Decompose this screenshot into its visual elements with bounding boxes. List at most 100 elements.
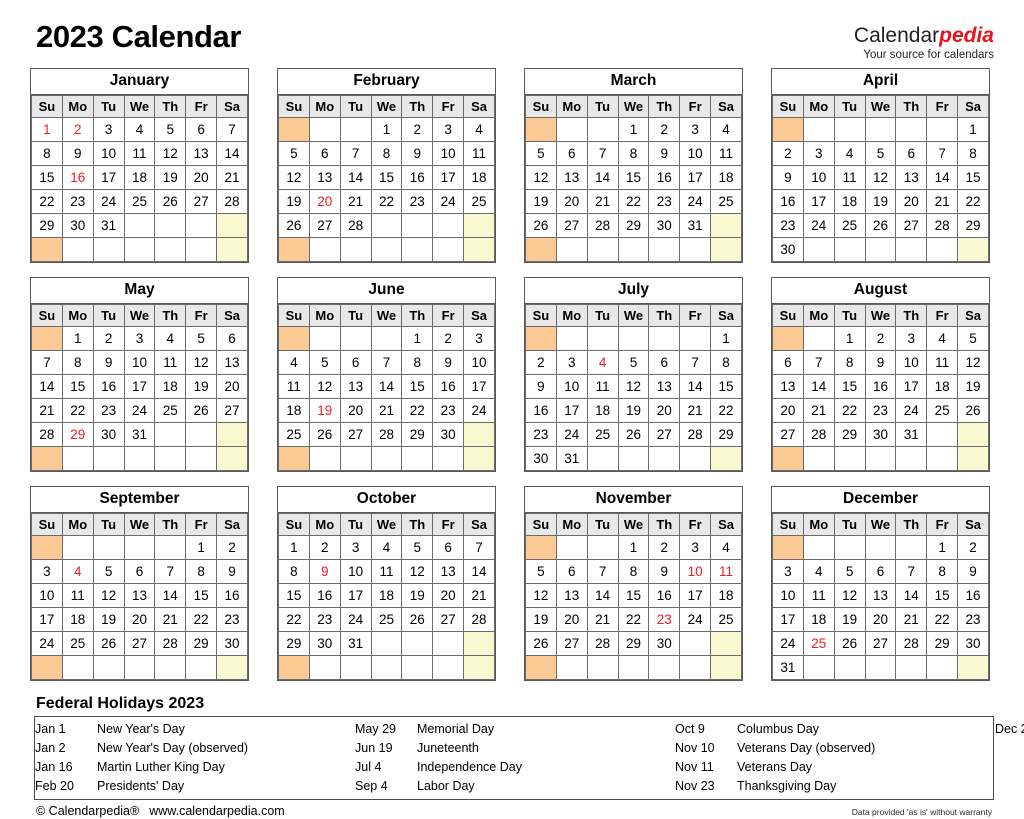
day-cell[interactable]: 12 [833,583,866,608]
day-cell[interactable]: 13 [185,141,218,166]
day-cell[interactable]: 14 [216,141,248,166]
day-cell[interactable]: 9 [308,559,341,584]
day-cell[interactable]: 8 [31,141,63,166]
day-cell[interactable]: 11 [926,350,959,375]
day-cell[interactable]: 12 [401,559,434,584]
day-cell[interactable]: 2 [92,326,125,351]
day-cell[interactable]: 14 [154,583,187,608]
day-cell[interactable]: 23 [432,398,465,423]
day-cell[interactable]: 11 [710,559,742,584]
day-cell[interactable]: 30 [957,631,989,656]
day-cell[interactable]: 15 [370,165,403,190]
day-cell[interactable]: 8 [617,559,650,584]
day-cell[interactable]: 7 [339,141,372,166]
day-cell[interactable]: 29 [710,422,742,447]
day-cell[interactable]: 22 [185,607,218,632]
day-cell[interactable]: 5 [92,559,125,584]
day-cell[interactable]: 12 [185,350,218,375]
day-cell[interactable]: 2 [432,326,465,351]
day-cell[interactable]: 15 [185,583,218,608]
day-cell[interactable]: 17 [92,165,125,190]
day-cell[interactable]: 4 [926,326,959,351]
day-cell[interactable]: 16 [864,374,897,399]
day-cell[interactable]: 1 [401,326,434,351]
day-cell[interactable]: 10 [895,350,928,375]
day-cell[interactable]: 4 [833,141,866,166]
day-cell[interactable]: 13 [555,583,588,608]
day-cell[interactable]: 1 [833,326,866,351]
day-cell[interactable]: 15 [401,374,434,399]
day-cell[interactable]: 16 [432,374,465,399]
day-cell[interactable]: 17 [895,374,928,399]
day-cell[interactable]: 21 [679,398,712,423]
day-cell[interactable]: 4 [802,559,835,584]
day-cell[interactable]: 18 [61,607,94,632]
day-cell[interactable]: 8 [370,141,403,166]
day-cell[interactable]: 21 [339,189,372,214]
day-cell[interactable]: 24 [679,607,712,632]
day-cell[interactable]: 30 [216,631,248,656]
day-cell[interactable]: 3 [772,559,804,584]
day-cell[interactable]: 7 [154,559,187,584]
day-cell[interactable]: 1 [957,117,989,142]
day-cell[interactable]: 4 [154,326,187,351]
day-cell[interactable]: 14 [463,559,495,584]
day-cell[interactable]: 23 [864,398,897,423]
day-cell[interactable]: 19 [617,398,650,423]
day-cell[interactable]: 15 [957,165,989,190]
day-cell[interactable]: 27 [216,398,248,423]
day-cell[interactable]: 8 [833,350,866,375]
day-cell[interactable]: 19 [957,374,989,399]
day-cell[interactable]: 26 [278,213,310,238]
day-cell[interactable]: 17 [679,583,712,608]
day-cell[interactable]: 18 [154,374,187,399]
day-cell[interactable]: 29 [926,631,959,656]
day-cell[interactable]: 28 [679,422,712,447]
day-cell[interactable]: 28 [463,607,495,632]
day-cell[interactable]: 5 [525,559,557,584]
day-cell[interactable]: 26 [833,631,866,656]
day-cell[interactable]: 17 [123,374,156,399]
day-cell[interactable]: 8 [185,559,218,584]
day-cell[interactable]: 28 [370,422,403,447]
day-cell[interactable]: 26 [401,607,434,632]
day-cell[interactable]: 4 [710,535,742,560]
day-cell[interactable]: 10 [802,165,835,190]
day-cell[interactable]: 27 [123,631,156,656]
day-cell[interactable]: 27 [339,422,372,447]
day-cell[interactable]: 24 [772,631,804,656]
day-cell[interactable]: 20 [772,398,804,423]
day-cell[interactable]: 27 [185,189,218,214]
day-cell[interactable]: 3 [123,326,156,351]
day-cell[interactable]: 4 [370,535,403,560]
day-cell[interactable]: 9 [648,141,681,166]
day-cell[interactable]: 1 [278,535,310,560]
day-cell[interactable]: 8 [401,350,434,375]
day-cell[interactable]: 3 [679,535,712,560]
day-cell[interactable]: 26 [864,213,897,238]
day-cell[interactable]: 6 [185,117,218,142]
day-cell[interactable]: 19 [278,189,310,214]
day-cell[interactable]: 12 [525,583,557,608]
day-cell[interactable]: 13 [772,374,804,399]
day-cell[interactable]: 9 [525,374,557,399]
day-cell[interactable]: 4 [61,559,94,584]
day-cell[interactable]: 19 [525,189,557,214]
day-cell[interactable]: 15 [31,165,63,190]
day-cell[interactable]: 10 [679,559,712,584]
day-cell[interactable]: 26 [308,422,341,447]
day-cell[interactable]: 11 [370,559,403,584]
day-cell[interactable]: 6 [339,350,372,375]
day-cell[interactable]: 12 [154,141,187,166]
day-cell[interactable]: 17 [802,189,835,214]
day-cell[interactable]: 31 [555,446,588,471]
day-cell[interactable]: 18 [370,583,403,608]
day-cell[interactable]: 2 [648,117,681,142]
day-cell[interactable]: 2 [864,326,897,351]
day-cell[interactable]: 23 [401,189,434,214]
day-cell[interactable]: 5 [278,141,310,166]
day-cell[interactable]: 25 [278,422,310,447]
day-cell[interactable]: 13 [432,559,465,584]
day-cell[interactable]: 31 [772,655,804,680]
day-cell[interactable]: 15 [710,374,742,399]
